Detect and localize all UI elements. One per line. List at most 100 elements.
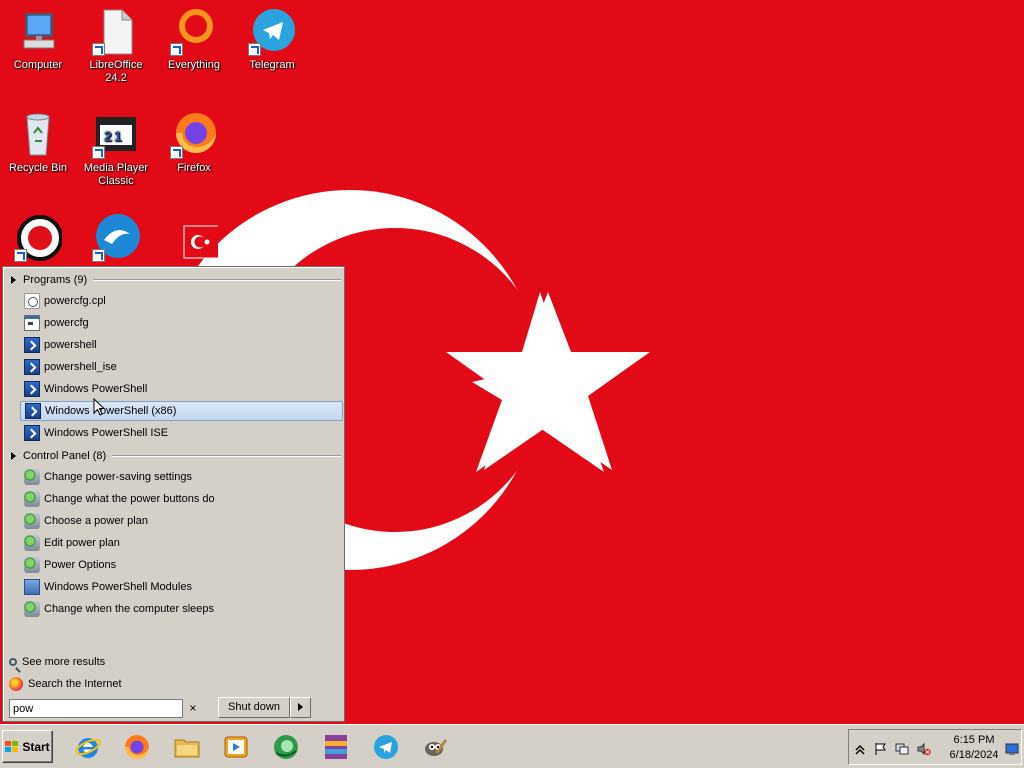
start-button[interactable]: Start [2, 730, 53, 763]
result-powercfg[interactable]: powercfg [20, 313, 343, 333]
shutdown-button[interactable]: Shut down [218, 697, 290, 718]
see-more-results-link[interactable]: See more results [9, 653, 105, 671]
taskbar-firefox[interactable] [120, 731, 154, 763]
result-label: Change what the power buttons do [44, 493, 215, 505]
result-choose-power-plan[interactable]: Choose a power plan [20, 511, 343, 531]
desktop-icon-everything[interactable]: Everything [156, 8, 232, 72]
powershell-ise-icon [24, 425, 40, 441]
desktop-icon-label: Recycle Bin [8, 162, 68, 174]
result-powercfg-cpl[interactable]: powercfg.cpl [20, 291, 343, 311]
desktop-icon-label: Computer [13, 59, 63, 71]
everything-icon [170, 8, 218, 56]
shutdown-options-button[interactable] [290, 697, 311, 718]
internet-explorer-icon [75, 738, 101, 758]
result-label: powercfg [44, 317, 89, 329]
greenshot-icon [274, 735, 298, 759]
desktop-icon-firefox[interactable]: Firefox [156, 111, 232, 175]
desktop-icon-openoffice[interactable] [78, 214, 154, 265]
telegram-icon [248, 8, 296, 56]
libreoffice-icon [92, 8, 140, 56]
taskbar-internet-explorer[interactable] [71, 731, 105, 763]
volume-muted-icon[interactable] [917, 742, 931, 756]
desktop-icon-libreoffice[interactable]: LibreOffice 24.2 [78, 8, 154, 85]
desktop-icon-computer[interactable]: Computer [0, 8, 76, 72]
shortcut-arrow-icon [92, 146, 105, 159]
shortcut-arrow-icon [170, 43, 183, 56]
taskbar: Start 6:15 PM 6/18/2024 [0, 724, 1024, 768]
powershell-icon [25, 403, 41, 419]
shortcut-arrow-icon [170, 146, 183, 159]
power-options-icon [24, 491, 40, 507]
windows-logo-icon [5, 740, 19, 753]
svg-text:1: 1 [114, 128, 122, 144]
result-powershell-ise[interactable]: powershell_ise [20, 357, 343, 377]
show-hidden-icons-chevron-icon[interactable] [853, 742, 867, 756]
desktop-icon-recycle-bin[interactable]: Recycle Bin [0, 111, 76, 175]
svg-text:2: 2 [104, 128, 112, 144]
desktop-icon-label: Telegram [249, 59, 295, 71]
expand-arrow-icon [11, 452, 16, 460]
result-powershell-modules[interactable]: Windows PowerShell Modules [20, 577, 343, 597]
desktop-icon-label: Everything [168, 59, 220, 71]
result-power-options[interactable]: Power Options [20, 555, 343, 575]
desktop-icon-telegram[interactable]: Telegram [234, 8, 310, 72]
divider [112, 455, 341, 457]
media-player-icon [224, 736, 248, 758]
taskbar-telegram[interactable] [369, 731, 403, 763]
taskbar-file-explorer[interactable] [170, 731, 204, 763]
result-edit-power-plan[interactable]: Edit power plan [20, 533, 343, 553]
powershell-ise-icon [24, 359, 40, 375]
clear-search-button[interactable]: × [186, 701, 200, 715]
power-options-icon [24, 469, 40, 485]
desktop-icon-bandicam[interactable] [0, 214, 76, 265]
show-desktop-icon[interactable] [1005, 742, 1019, 756]
result-windows-powershell[interactable]: Windows PowerShell [20, 379, 343, 399]
result-change-power-saving[interactable]: Change power-saving settings [20, 467, 343, 487]
result-power-buttons[interactable]: Change what the power buttons do [20, 489, 343, 509]
desktop-icon-flag[interactable] [156, 214, 232, 265]
result-label: Windows PowerShell Modules [44, 581, 192, 593]
network-icon[interactable] [895, 742, 909, 756]
power-options-icon [24, 601, 40, 617]
action-center-flag-icon[interactable] [873, 742, 887, 756]
shortcut-arrow-icon [14, 249, 27, 262]
powershell-icon [24, 381, 40, 397]
taskbar-gimp[interactable] [419, 731, 453, 763]
result-label: powershell [44, 339, 97, 351]
powershell-icon [24, 337, 40, 353]
divider [93, 279, 341, 281]
control-panel-group-header[interactable]: Control Panel (8) [11, 447, 341, 465]
gimp-icon [425, 738, 448, 756]
power-options-icon [24, 535, 40, 551]
programs-header-label: Programs (9) [23, 274, 88, 286]
taskbar-greenshot[interactable] [269, 731, 303, 763]
result-powershell[interactable]: powershell [20, 335, 343, 355]
desktop-icon-media-player-classic[interactable]: 2 1 Media Player Classic [78, 111, 154, 188]
desktop-icon-label: Media Player Classic [83, 162, 149, 187]
turkish-flag-icon [170, 214, 231, 262]
result-label: Windows PowerShell ISE [44, 427, 169, 439]
record-icon [14, 214, 63, 262]
shortcut-arrow-icon [248, 43, 261, 56]
telegram-icon [374, 735, 398, 759]
result-label: Choose a power plan [44, 515, 148, 527]
system-tray: 6:15 PM 6/18/2024 [848, 729, 1022, 765]
result-windows-powershell-ise[interactable]: Windows PowerShell ISE [20, 423, 343, 443]
programs-group-header[interactable]: Programs (9) [11, 271, 341, 289]
firefox-icon [9, 677, 23, 691]
search-internet-label: Search the Internet [28, 678, 122, 690]
taskbar-media-player[interactable] [219, 731, 253, 763]
taskbar-winrar[interactable] [319, 731, 353, 763]
result-windows-powershell-x86[interactable]: Windows PowerShell (x86) [20, 401, 343, 421]
search-internet-link[interactable]: Search the Internet [9, 675, 122, 693]
control-panel-header-label: Control Panel (8) [23, 450, 107, 462]
result-label: Edit power plan [44, 537, 120, 549]
start-search-input[interactable] [9, 699, 183, 718]
cpl-icon [24, 293, 40, 309]
result-computer-sleeps[interactable]: Change when the computer sleeps [20, 599, 343, 619]
powershell-modules-icon [24, 579, 40, 595]
result-label: powercfg.cpl [44, 295, 106, 307]
clock-time[interactable]: 6:15 PM [944, 734, 1004, 746]
desktop-icon-label: Firefox [177, 162, 211, 174]
clock-date[interactable]: 6/18/2024 [944, 749, 1004, 761]
